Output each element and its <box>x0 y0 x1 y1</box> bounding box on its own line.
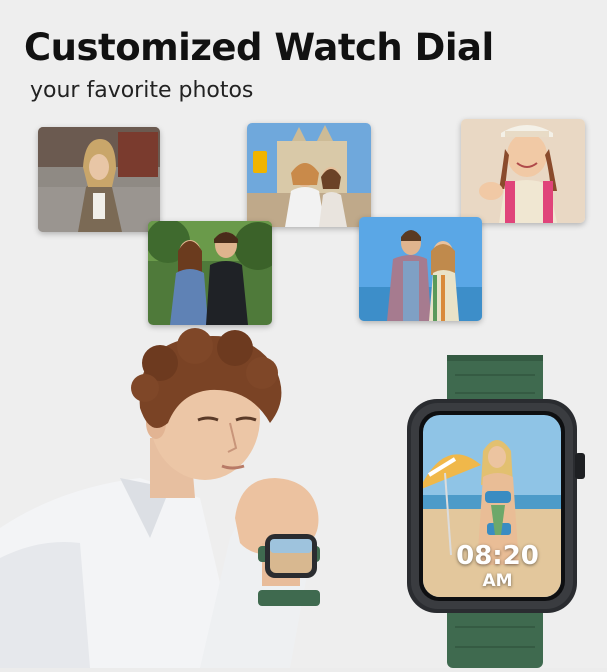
smartwatch-product: 08:20 AM <box>405 355 590 668</box>
product-banner: Customized Watch Dial your favorite phot… <box>0 0 607 668</box>
photo-woman-street <box>38 127 160 232</box>
photo-couple-beach <box>359 217 482 321</box>
watch-time: 08:20 <box>456 541 539 571</box>
photo-little-girl <box>461 119 585 223</box>
banner-subtitle: your favorite photos <box>30 78 254 103</box>
banner-title: Customized Watch Dial <box>24 26 494 69</box>
model-man-with-watch <box>0 328 360 668</box>
photo-couple-forest <box>148 221 272 325</box>
photo-friends-cathedral <box>247 123 371 227</box>
watch-ampm: AM <box>482 571 513 591</box>
